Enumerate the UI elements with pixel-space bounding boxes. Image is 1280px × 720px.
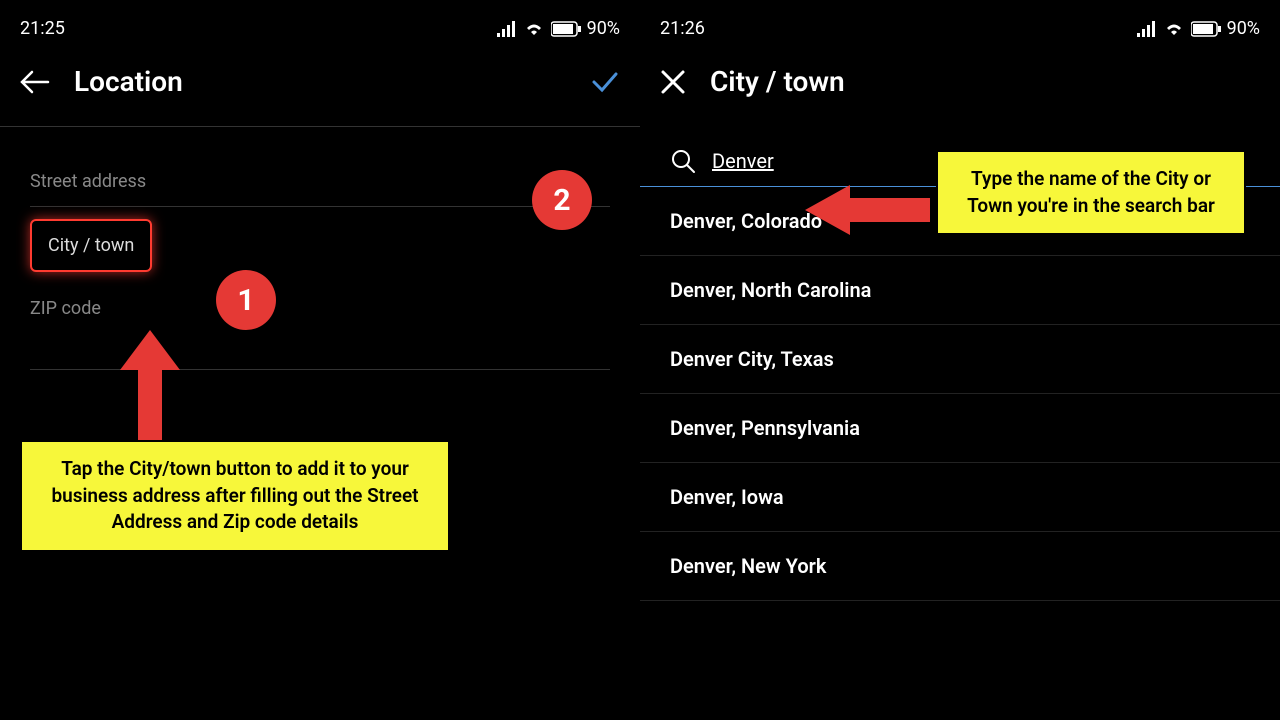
screen-location: 21:25 90% Location Street address City /… bbox=[0, 0, 640, 720]
form-area: Street address City / town ZIP code bbox=[0, 126, 640, 400]
result-item[interactable]: Denver, Pennsylvania bbox=[640, 394, 1280, 463]
battery-label: 90% bbox=[587, 18, 620, 39]
page-title: Location bbox=[74, 65, 183, 98]
annotation-callout-1: Tap the City/town button to add it to yo… bbox=[20, 440, 450, 552]
annotation-callout-2: Type the name of the City or Town you're… bbox=[936, 150, 1246, 235]
signal-icon bbox=[497, 21, 517, 37]
signal-icon bbox=[1137, 21, 1157, 37]
header-right: City / town bbox=[640, 47, 1280, 116]
city-town-button[interactable]: City / town bbox=[30, 219, 152, 272]
dual-screenshot-container: 21:25 90% Location Street address City /… bbox=[0, 0, 1280, 720]
street-address-field[interactable]: Street address bbox=[30, 157, 610, 207]
time-label: 21:26 bbox=[660, 18, 705, 39]
search-value: Denver bbox=[712, 149, 774, 173]
results-list: Denver, Colorado Denver, North Carolina … bbox=[640, 187, 1280, 601]
header-left: Location bbox=[0, 47, 640, 116]
annotation-badge-2: 2 bbox=[532, 170, 592, 230]
back-arrow-icon[interactable] bbox=[20, 70, 50, 94]
battery-icon bbox=[551, 21, 581, 37]
annotation-badge-1: 1 bbox=[216, 270, 276, 330]
wifi-icon bbox=[523, 21, 545, 37]
battery-label: 90% bbox=[1227, 18, 1260, 39]
time-label: 21:25 bbox=[20, 18, 65, 39]
red-arrow-icon bbox=[110, 320, 190, 440]
status-bar-right: 21:26 90% bbox=[640, 10, 1280, 47]
battery-icon bbox=[1191, 21, 1221, 37]
screen-city-search: 21:26 90% City / town Denver Denver, Col… bbox=[640, 0, 1280, 720]
result-item[interactable]: Denver, North Carolina bbox=[640, 256, 1280, 325]
confirm-checkmark-icon[interactable] bbox=[590, 70, 620, 94]
status-bar-left: 21:25 90% bbox=[0, 10, 640, 47]
wifi-icon bbox=[1163, 21, 1185, 37]
status-icons: 90% bbox=[1137, 18, 1260, 39]
result-item[interactable]: Denver, Iowa bbox=[640, 463, 1280, 532]
result-item[interactable]: Denver City, Texas bbox=[640, 325, 1280, 394]
status-icons: 90% bbox=[497, 18, 620, 39]
page-title: City / town bbox=[710, 65, 845, 98]
red-arrow-icon bbox=[800, 180, 930, 240]
close-icon[interactable] bbox=[660, 69, 686, 95]
result-item[interactable]: Denver, New York bbox=[640, 532, 1280, 601]
search-icon bbox=[670, 148, 696, 174]
